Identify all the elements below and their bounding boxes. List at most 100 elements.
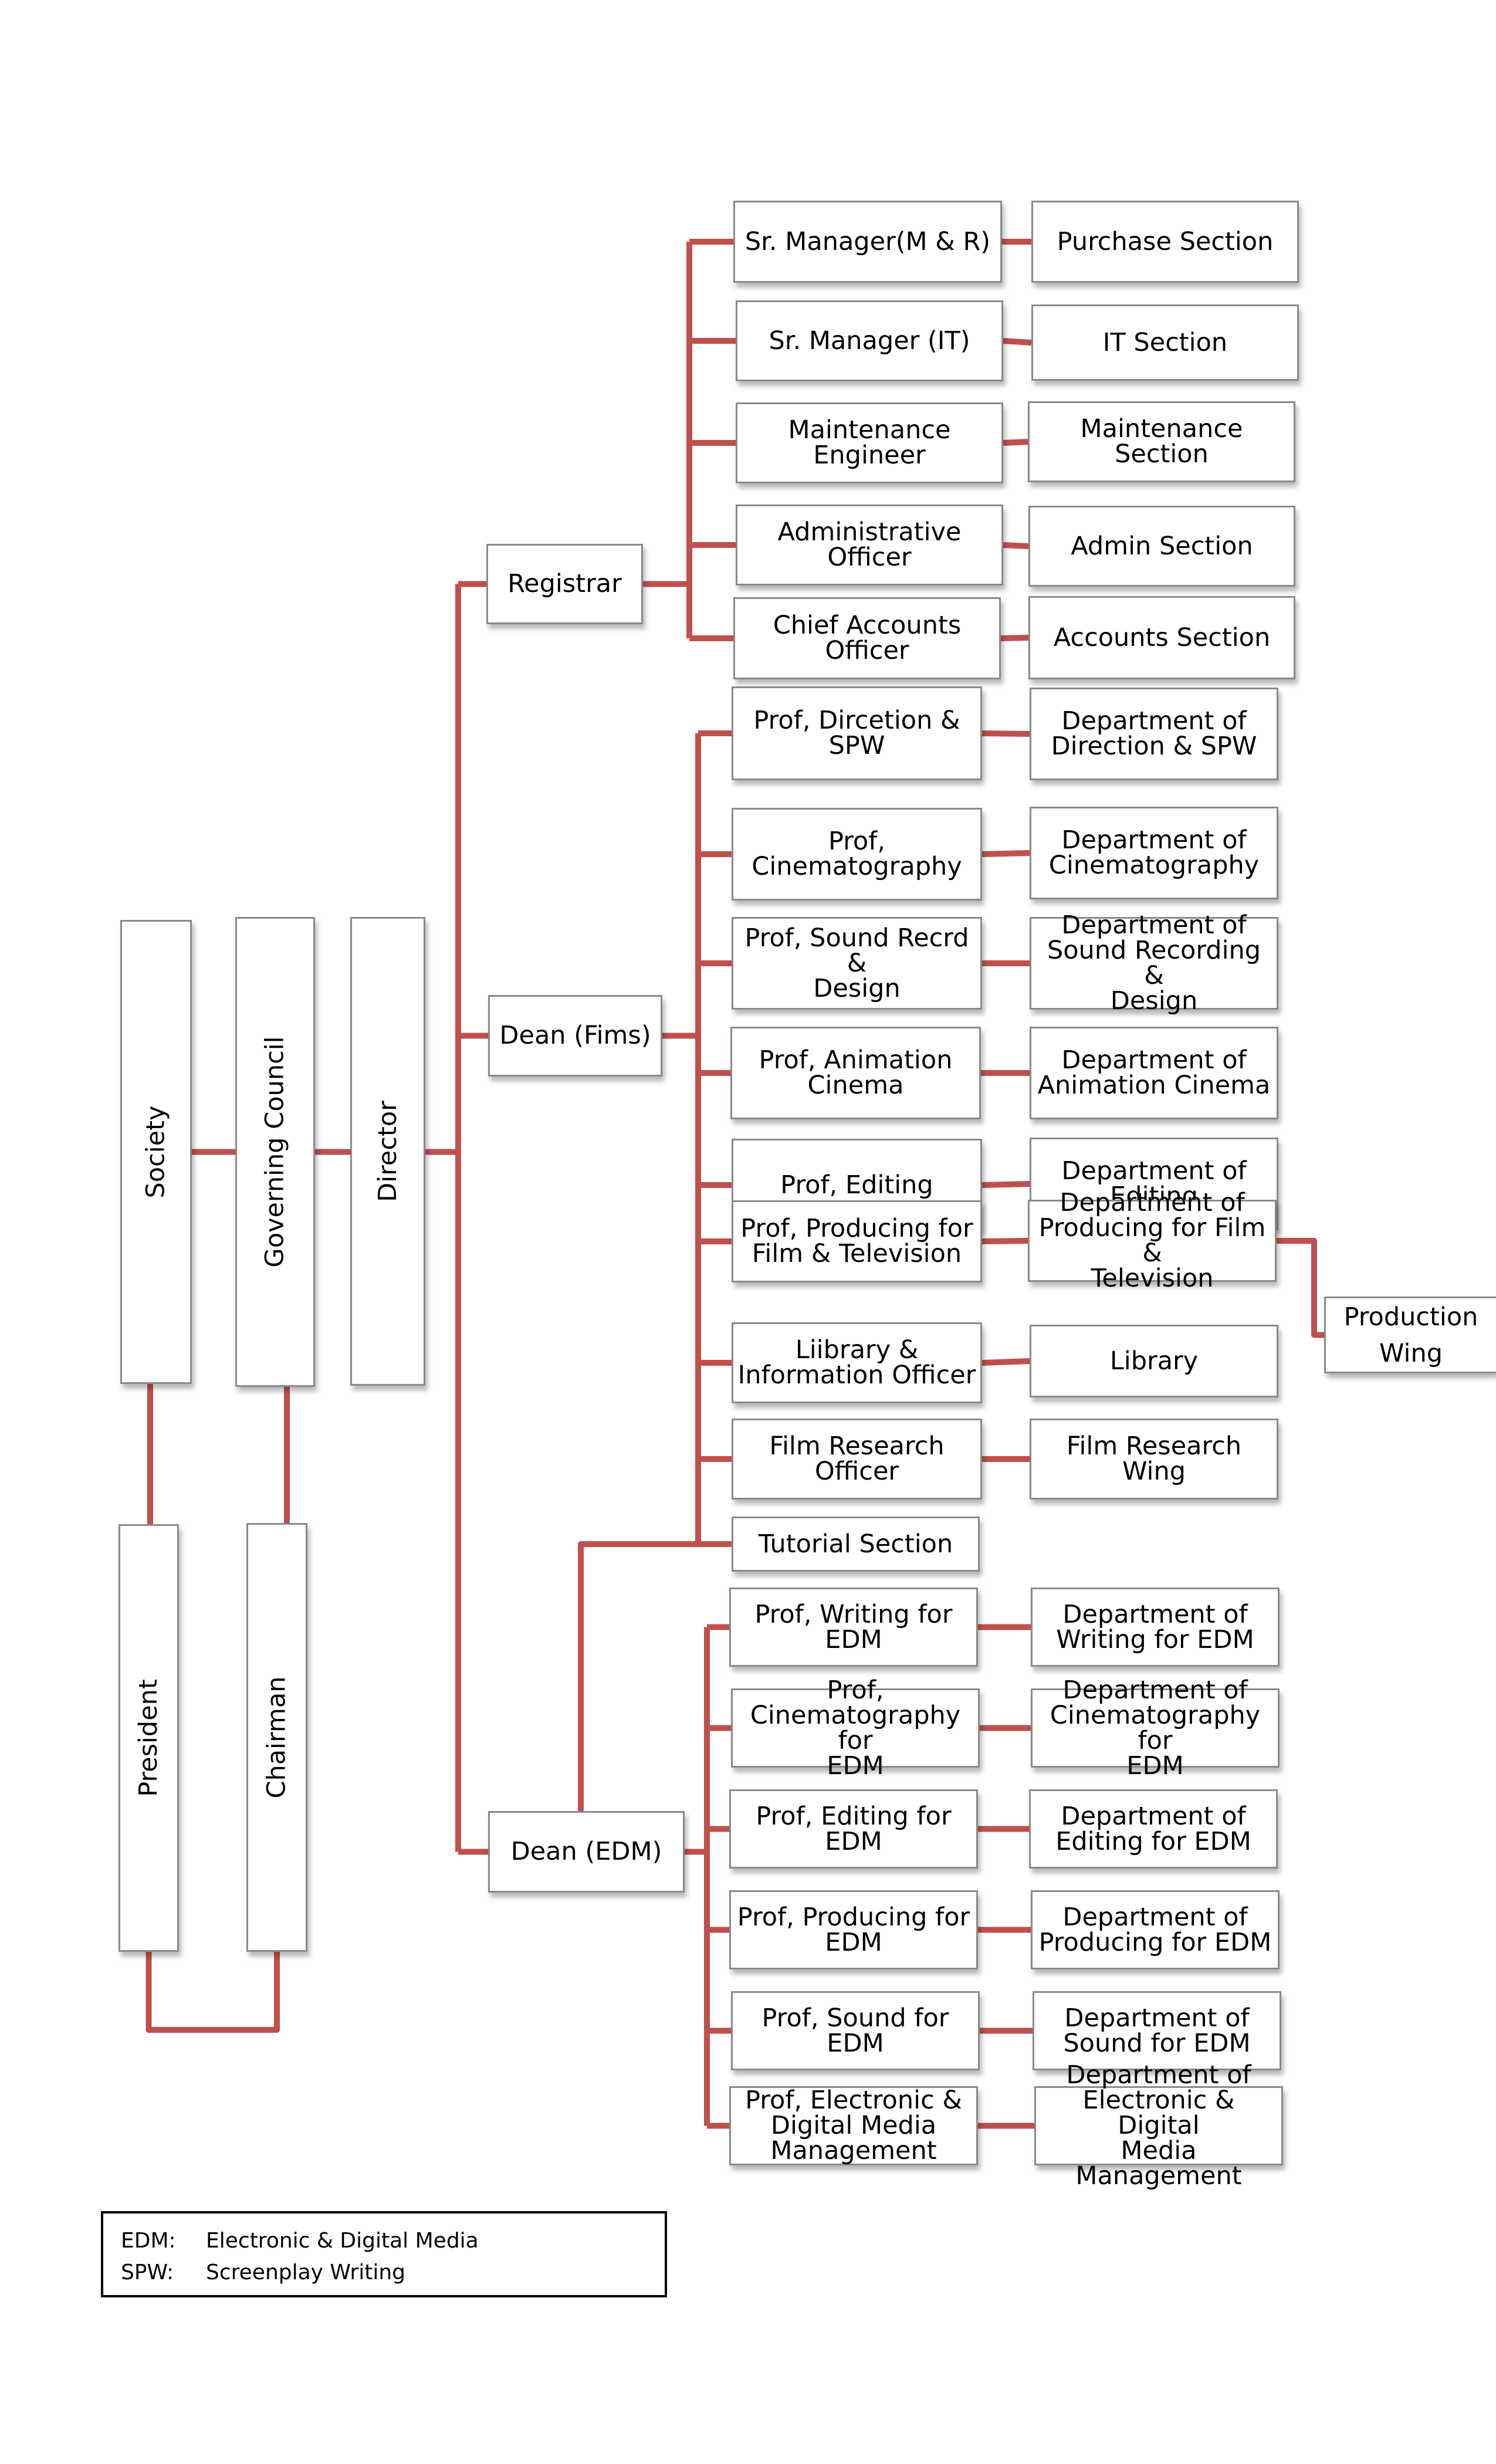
node-label: Prof, Editing for EDM <box>756 1801 952 1856</box>
node-chairman: Chairman <box>246 1523 307 1952</box>
node-unit: Department of Animation Cinema <box>1030 1027 1278 1119</box>
node-officer: Prof, Sound Recrd & Design <box>732 917 982 1010</box>
node-society: Society <box>120 920 192 1384</box>
node-label: Maintenance Section <box>1080 414 1243 469</box>
node-label: Department of Writing for EDM <box>1056 1599 1254 1654</box>
node-label: Dean (EDM) <box>510 1837 662 1866</box>
node-label: Dean (Fims) <box>499 1021 651 1050</box>
node-label: Prof, Cinematography for EDM <box>750 1675 961 1781</box>
connector-officer-unit <box>1003 542 1029 549</box>
node-label: Society <box>141 1105 171 1199</box>
node-label: Department of Direction & SPW <box>1051 706 1257 761</box>
legend: EDM: Electronic & Digital Media SPW: Scr… <box>101 2211 667 2297</box>
node-officer: Prof, Animation Cinema <box>730 1027 981 1119</box>
legend-row: EDM: Electronic & Digital Media <box>121 2225 665 2257</box>
node-officer: Maintenance Engineer <box>736 402 1003 483</box>
connector-officer-unit <box>1003 439 1028 446</box>
node-unit: Department of Cinematography for EDM <box>1031 1677 1280 1778</box>
node-officer: Prof, Cinematography <box>732 808 982 901</box>
node-officer: Prof, Electronic & Digital Media Managem… <box>729 2086 978 2165</box>
node-label: Production Wing <box>1343 1302 1478 1368</box>
node-label: Department of Cinematography for EDM <box>1050 1675 1261 1781</box>
node-officer: Prof, Cinematography for EDM <box>731 1677 980 1778</box>
node-officer: Administrative Officer <box>736 505 1003 585</box>
node-label: Director <box>373 1101 402 1202</box>
node-label: Film Research Officer <box>769 1431 945 1486</box>
node-unit: Department of Producing for Film & Telev… <box>1028 1190 1277 1291</box>
connector-officer-unit <box>981 730 1030 737</box>
node-label: Department of Sound for EDM <box>1063 2003 1251 2058</box>
node-label: Department of Cinematography <box>1048 825 1260 880</box>
node-dean-edm: Dean (EDM) <box>488 1811 685 1893</box>
node-label: Registrar <box>507 569 622 598</box>
node-label: Prof, Cinematography <box>752 827 962 881</box>
node-unit: IT Section <box>1031 304 1299 381</box>
node-label: Administrative Officer <box>777 517 962 572</box>
node-label: Maintenance Engineer <box>788 415 951 470</box>
node-unit: Purchase Section <box>1031 201 1299 283</box>
node-unit: Department of Writing for EDM <box>1031 1588 1280 1667</box>
node-production-wing: Production Wing <box>1324 1297 1496 1373</box>
connector-officer-unit <box>1003 338 1032 346</box>
node-label: Department of Editing for EDM <box>1055 1801 1251 1856</box>
node-label: Department of Sound Recording & Design <box>1047 911 1261 1016</box>
node-unit: Library <box>1030 1325 1278 1397</box>
node-unit: Department of Electronic & Digital Media… <box>1034 2063 1283 2189</box>
node-unit: Department of Editing for EDM <box>1029 1789 1278 1869</box>
node-label: Prof, Writing for EDM <box>754 1599 953 1654</box>
node-officer: Liibrary & Information Officer <box>732 1322 982 1403</box>
node-label: Prof, Sound for EDM <box>761 2003 949 2058</box>
node-label: Admin Section <box>1071 531 1253 561</box>
node-label: Sr. Manager(M & R) <box>744 226 991 256</box>
legend-abbr: EDM: <box>121 2229 176 2253</box>
node-label: Governing Council <box>260 1036 290 1268</box>
node-officer: Film Research Officer <box>732 1419 982 1500</box>
node-label: Department of Animation Cinema <box>1037 1045 1271 1100</box>
node-unit: Department of Cinematography <box>1030 807 1278 899</box>
node-officer: Chief Accounts Officer <box>733 597 1001 679</box>
connector-to-production-wing <box>1277 1238 1324 1338</box>
node-label: Liibrary & Information Officer <box>737 1335 976 1390</box>
node-label: Prof, Animation Cinema <box>759 1045 953 1100</box>
node-dean-fims: Dean (Fims) <box>488 995 662 1077</box>
node-officer: Prof, Sound for EDM <box>731 1991 980 2070</box>
node-label: Prof, Sound Recrd & Design <box>744 923 969 1003</box>
node-unit: Film Research Wing <box>1030 1419 1278 1500</box>
connector-edm-to-fims <box>578 1541 698 1811</box>
node-label: Department of Electronic & Digital Media… <box>1066 2060 1251 2191</box>
node-label: Prof, Producing for Film & Television <box>740 1214 973 1268</box>
node-label: Prof, Electronic & Digital Media Managem… <box>745 2086 962 2165</box>
org-chart: Society Governing Council Director Presi… <box>0 0 1496 2464</box>
connector-officer-unit <box>981 1358 1030 1366</box>
legend-meaning: Screenplay Writing <box>206 2260 405 2284</box>
node-label: Chief Accounts Officer <box>773 611 962 665</box>
node-label: Purchase Section <box>1057 226 1274 256</box>
node-label: Tutorial Section <box>758 1529 953 1559</box>
node-label: IT Section <box>1102 327 1228 357</box>
node-governing-council: Governing Council <box>235 917 315 1387</box>
node-officer: Prof, Producing for EDM <box>729 1890 978 1969</box>
node-label: President <box>134 1679 164 1797</box>
node-unit: Department of Producing for EDM <box>1031 1890 1280 1969</box>
node-officer: Prof, Writing for EDM <box>729 1588 978 1667</box>
node-registrar: Registrar <box>486 544 643 624</box>
node-officer: Sr. Manager(M & R) <box>733 201 1002 283</box>
node-officer: Prof, Dircetion & SPW <box>732 686 982 780</box>
node-label: Department of Producing for Film & Telev… <box>1038 1188 1266 1293</box>
connector-officer-unit <box>981 850 1030 857</box>
legend-abbr: SPW: <box>121 2260 174 2284</box>
node-officer: Prof, Producing for Film & Television <box>732 1200 982 1282</box>
node-president: President <box>119 1524 179 1952</box>
legend-meaning: Electronic & Digital Media <box>206 2229 479 2253</box>
node-officer: Sr. Manager (IT) <box>736 300 1003 381</box>
node-unit: Maintenance Section <box>1028 401 1295 482</box>
node-label: Sr. Manager (IT) <box>769 326 970 356</box>
node-unit: Department of Sound for EDM <box>1033 1991 1281 2070</box>
node-officer: Tutorial Section <box>732 1517 980 1572</box>
node-unit: Admin Section <box>1028 506 1295 587</box>
connector-officer-unit <box>981 1181 1030 1188</box>
node-officer: Prof, Editing for EDM <box>729 1789 978 1869</box>
node-label: Chairman <box>262 1676 292 1799</box>
node-director: Director <box>350 917 425 1386</box>
legend-row: SPW: Screenplay Writing <box>121 2257 665 2289</box>
